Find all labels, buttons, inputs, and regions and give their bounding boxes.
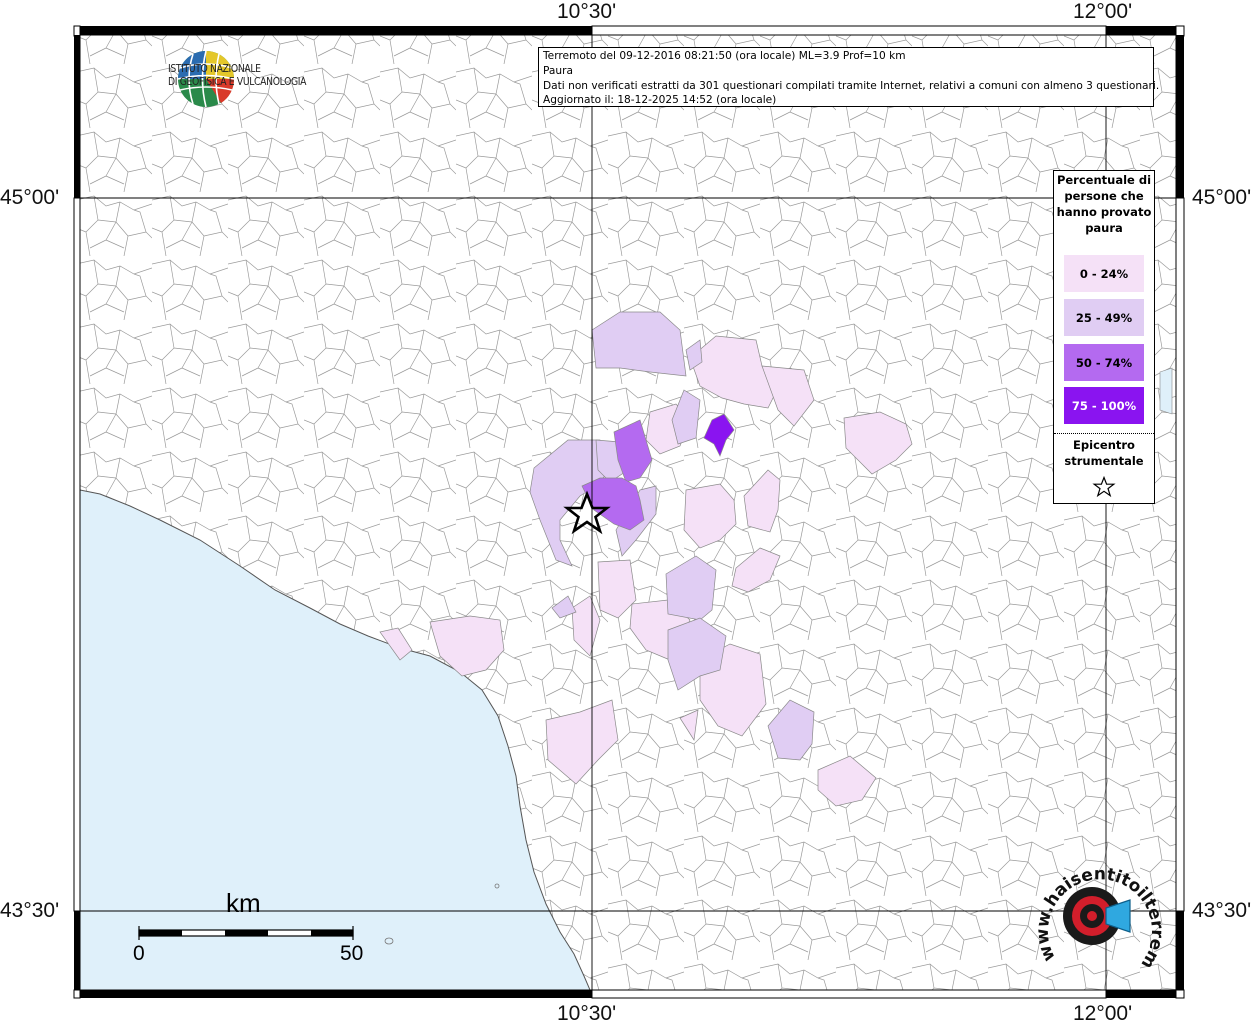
legend-title: Percentuale di persone che hanno provato… xyxy=(1056,173,1152,235)
target-icon xyxy=(1063,887,1131,945)
legend-class-label: 0 - 24% xyxy=(1079,266,1129,281)
info-updated-line: Aggiornato il: 18-12-2025 14:52 (ora loc… xyxy=(543,94,777,107)
legend-class-4: 75 - 100% xyxy=(1064,387,1144,424)
legend-class-label: 75 - 100% xyxy=(1071,398,1137,413)
lat-label-right-2: 43°30' xyxy=(1192,899,1252,922)
legend-divider xyxy=(1054,433,1154,434)
haisentito-logo: www.haisentitoilterremoto.it xyxy=(1036,856,1166,972)
legend-class-label: 25 - 49% xyxy=(1075,310,1133,325)
lon-label-top-1: 10°30' xyxy=(557,0,617,23)
ingv-logo-line1: ISTITUTO NAZIONALE xyxy=(168,63,261,75)
lon-label-top-2: 12°00' xyxy=(1073,0,1133,23)
legend-class-1: 0 - 24% xyxy=(1064,255,1144,292)
lat-label-left-2: 43°30' xyxy=(0,899,60,922)
earthquake-info-box: Terremoto del 09-12-2016 08:21:50 (ora l… xyxy=(538,47,1160,107)
legend-class-2: 25 - 49% xyxy=(1064,299,1144,336)
lon-label-bottom-2: 12°00' xyxy=(1073,1002,1133,1025)
legend: Percentuale di persone che hanno provato… xyxy=(1053,170,1155,504)
legend-class-3: 50 - 74% xyxy=(1064,344,1144,381)
lat-label-left-1: 45°00' xyxy=(0,186,60,209)
info-event-line: Terremoto del 09-12-2016 08:21:50 (ora l… xyxy=(543,50,906,62)
legend-star-icon xyxy=(1092,476,1116,498)
info-data-note: Dati non verificati estratti da 301 ques… xyxy=(543,79,1160,92)
info-parameter-line: Paura xyxy=(543,64,573,77)
scale-max-label: 50 xyxy=(340,942,364,965)
legend-class-label: 50 - 74% xyxy=(1075,355,1133,370)
lat-label-right-1: 45°00' xyxy=(1192,186,1252,209)
scale-unit-label: km xyxy=(226,888,261,918)
adriatic-sea xyxy=(1159,367,1173,415)
ingv-logo-line2: DI GEOFISICA E VULCANOLOGIA xyxy=(168,76,307,88)
legend-epicenter-label: Epicentro strumentale xyxy=(1064,438,1144,468)
scale-min-label: 0 xyxy=(133,942,145,965)
lon-label-bottom-1: 10°30' xyxy=(557,1002,617,1025)
ingv-logo-text: ISTITUTO NAZIONALE DI GEOFISICA E VULCAN… xyxy=(168,63,307,89)
